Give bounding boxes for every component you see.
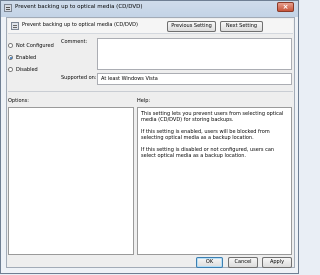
help-paragraph-1: This setting lets you prevent users from… bbox=[141, 111, 284, 123]
options-label: Options: bbox=[8, 98, 29, 104]
not-configured-radio-icon[interactable] bbox=[8, 43, 13, 48]
enabled-label: Enabled bbox=[16, 55, 37, 61]
options-panel[interactable] bbox=[8, 107, 134, 255]
help-label: Help: bbox=[137, 98, 151, 104]
help-panel: This setting lets you prevent users from… bbox=[137, 107, 292, 255]
policy-setting-icon bbox=[11, 22, 19, 30]
window-title: Prevent backing up to optical media (CD/… bbox=[15, 4, 143, 10]
dialog-content: Prevent backing up to optical media (CD/… bbox=[6, 17, 295, 268]
enabled-radio-icon[interactable] bbox=[8, 55, 13, 60]
disabled-radio-icon[interactable] bbox=[8, 67, 13, 72]
previous-setting-button[interactable]: Previous Setting bbox=[167, 21, 216, 32]
radio-disabled[interactable]: Disabled bbox=[8, 66, 38, 74]
comment-field[interactable] bbox=[97, 38, 292, 70]
section-divider bbox=[8, 91, 293, 92]
supported-on-field: At least Windows Vista bbox=[97, 73, 292, 85]
policy-dialog-window: Prevent backing up to optical media (CD/… bbox=[0, 0, 299, 274]
disabled-label: Disabled bbox=[16, 67, 38, 73]
policy-icon bbox=[4, 4, 12, 12]
radio-enabled[interactable]: Enabled bbox=[8, 54, 36, 62]
help-paragraph-2: If this setting is enabled, users will b… bbox=[141, 129, 270, 141]
next-setting-button[interactable]: Next Setting bbox=[220, 21, 263, 32]
title-bar[interactable]: Prevent backing up to optical media (CD/… bbox=[1, 1, 298, 15]
help-paragraph-3: If this setting is disabled or not confi… bbox=[141, 147, 275, 159]
radio-not-configured[interactable]: Not Configured bbox=[8, 42, 54, 50]
ok-button[interactable]: OK bbox=[196, 257, 223, 268]
comment-label: Comment: bbox=[61, 39, 88, 45]
apply-button[interactable]: Apply bbox=[262, 257, 292, 268]
setting-title: Prevent backing up to optical media (CD/… bbox=[22, 22, 138, 28]
close-button[interactable]: × bbox=[277, 2, 294, 12]
supported-on-label: Supported on: bbox=[61, 75, 97, 81]
not-configured-label: Not Configured bbox=[16, 43, 54, 49]
cancel-button[interactable]: Cancel bbox=[228, 257, 258, 268]
